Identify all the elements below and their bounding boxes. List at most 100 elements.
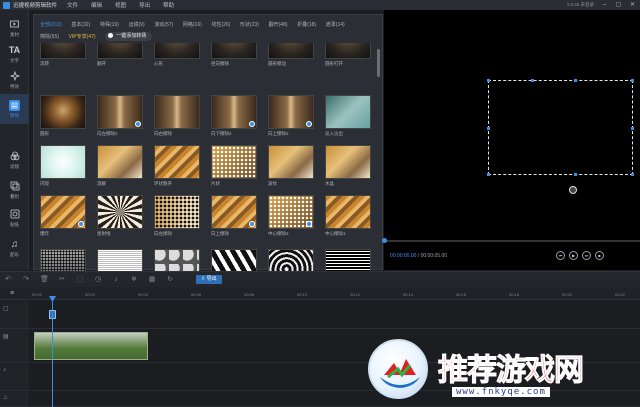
- transition-thumbnail[interactable]: [97, 249, 143, 271]
- audio-track-icon[interactable]: ♪: [3, 367, 6, 373]
- tab-flip[interactable]: 翻开(48): [269, 19, 288, 31]
- transition-item[interactable]: 向下擦除2: [211, 95, 257, 137]
- undo-icon[interactable]: ↶: [4, 276, 12, 284]
- transition-item[interactable]: 向上擦除2: [268, 95, 314, 137]
- pip-track-icon[interactable]: ▢: [3, 305, 9, 312]
- tab-all[interactable]: 全部(213): [40, 19, 62, 31]
- resize-handle[interactable]: [487, 79, 490, 82]
- transition-thumbnail[interactable]: [268, 43, 314, 59]
- close-icon[interactable]: ✕: [629, 2, 636, 9]
- transition-item[interactable]: 淡入淡出: [325, 95, 371, 137]
- resize-handle[interactable]: [631, 127, 634, 130]
- menu-icon[interactable]: ≡: [10, 290, 14, 297]
- sidebar-item-overlay[interactable]: 叠附: [0, 178, 29, 202]
- resize-handle[interactable]: [574, 79, 577, 82]
- transition-item[interactable]: 心形: [154, 43, 200, 67]
- sidebar-item-music[interactable]: ♫ 配乐: [0, 236, 29, 260]
- transition-thumbnail[interactable]: [325, 195, 371, 229]
- transition-thumbnail[interactable]: [211, 43, 257, 59]
- maximize-icon[interactable]: ▢: [615, 2, 622, 9]
- menu-help[interactable]: 帮助: [163, 1, 174, 9]
- export-button[interactable]: ⇪ 导出: [196, 275, 222, 284]
- transition-item[interactable]: 向右擦除: [154, 95, 200, 137]
- track-lane-pip[interactable]: [30, 301, 640, 329]
- resize-handle[interactable]: [631, 173, 634, 176]
- tab-scroll[interactable]: 滚动(57): [154, 19, 173, 31]
- transition-thumbnail[interactable]: [211, 195, 257, 229]
- transition-thumbnail[interactable]: [211, 145, 257, 179]
- transition-thumbnail[interactable]: [40, 249, 86, 271]
- transition-item[interactable]: 向左擦除: [154, 195, 200, 237]
- resize-handle[interactable]: [487, 127, 490, 130]
- tab-mask[interactable]: 遮罩(14): [326, 19, 345, 31]
- transition-item[interactable]: [40, 249, 86, 271]
- tab-fold[interactable]: 折叠(18): [297, 19, 316, 31]
- transition-thumbnail[interactable]: [40, 95, 86, 129]
- music-track-icon[interactable]: ♫: [3, 395, 8, 401]
- transition-item[interactable]: 片状: [211, 145, 257, 187]
- transition-thumbnail[interactable]: [97, 195, 143, 229]
- transition-item[interactable]: 向上擦除: [211, 195, 257, 237]
- transition-item[interactable]: 圆形: [40, 95, 86, 137]
- transition-item[interactable]: 波纹: [268, 145, 314, 187]
- tab-vip[interactable]: VIP专享(47): [69, 31, 96, 43]
- video-track-icon[interactable]: ▤: [3, 333, 9, 340]
- panel-scrollbar[interactable]: [377, 49, 380, 77]
- redo-icon[interactable]: ↷: [22, 276, 30, 284]
- volume-icon[interactable]: ♪: [112, 276, 120, 284]
- tab-special[interactable]: 特殊(19): [100, 19, 119, 31]
- apply-all-transitions-button[interactable]: 一键添加转场: [105, 31, 153, 41]
- tab-shape[interactable]: 形状(23): [240, 19, 259, 31]
- transition-thumbnail[interactable]: [325, 95, 371, 129]
- sidebar-item-stickers[interactable]: 贴纸: [0, 206, 29, 230]
- playhead[interactable]: [52, 300, 53, 407]
- next-icon[interactable]: ⏭: [582, 251, 591, 260]
- transition-thumbnail[interactable]: [268, 249, 314, 271]
- transition-item[interactable]: 翻开: [97, 43, 143, 67]
- transition-thumbnail[interactable]: [211, 95, 257, 129]
- transition-thumbnail[interactable]: [211, 249, 257, 271]
- transition-thumbnail[interactable]: [154, 249, 200, 271]
- transition-item[interactable]: 水晶: [325, 145, 371, 187]
- transition-thumbnail[interactable]: [325, 249, 371, 271]
- transition-item[interactable]: 爆炸: [40, 195, 86, 237]
- sidebar-item-media[interactable]: 素材: [0, 16, 29, 40]
- sidebar-item-effects[interactable]: 特效: [0, 68, 29, 92]
- transition-item[interactable]: [211, 249, 257, 271]
- transition-thumbnail[interactable]: [40, 145, 86, 179]
- sidebar-item-transitions[interactable]: 转场: [0, 94, 29, 124]
- transition-thumbnail[interactable]: [268, 145, 314, 179]
- preview-canvas[interactable]: [384, 10, 640, 270]
- transition-thumbnail[interactable]: [97, 95, 143, 129]
- transition-thumbnail[interactable]: [154, 145, 200, 179]
- transition-item[interactable]: 径向擦除: [211, 43, 257, 67]
- resize-handle[interactable]: [574, 173, 577, 176]
- selection-rectangle[interactable]: [487, 79, 634, 176]
- tab-wipe[interactable]: 擦除(55): [40, 31, 59, 43]
- transition-item[interactable]: 向左擦除2: [97, 95, 143, 137]
- transition-item[interactable]: 圆形打开: [325, 43, 371, 67]
- minimize-icon[interactable]: –: [601, 2, 608, 9]
- stop-icon[interactable]: ■: [595, 251, 604, 260]
- timeline-ruler[interactable]: ≡ 00:00 00:02 00:04 00:06 00:08 00:10 00:12 00:…: [0, 287, 640, 300]
- transition-thumbnail[interactable]: [97, 145, 143, 179]
- transition-item[interactable]: 闪现: [40, 145, 86, 187]
- tab-basic[interactable]: 基本(32): [71, 19, 90, 31]
- transition-item[interactable]: [325, 249, 371, 271]
- transition-thumbnail[interactable]: [154, 195, 200, 229]
- play-icon[interactable]: ▶: [569, 251, 578, 260]
- transition-item[interactable]: [154, 249, 200, 271]
- transition-thumbnail[interactable]: [325, 43, 371, 59]
- crop-icon[interactable]: ⬚: [76, 276, 84, 284]
- transition-item[interactable]: 圆形擦边: [268, 43, 314, 67]
- speed-icon[interactable]: ◷: [94, 276, 102, 284]
- transition-item[interactable]: 星射线: [97, 195, 143, 237]
- transition-item[interactable]: 中心擦除2: [268, 195, 314, 237]
- transition-item[interactable]: 流转: [40, 43, 86, 67]
- rotate-icon[interactable]: ↻: [166, 276, 174, 284]
- transition-thumbnail[interactable]: [268, 95, 314, 129]
- delete-icon[interactable]: 🗑: [40, 276, 49, 284]
- transition-item[interactable]: [97, 249, 143, 271]
- menu-view[interactable]: 视图: [115, 1, 126, 9]
- transition-thumbnail[interactable]: [154, 43, 200, 59]
